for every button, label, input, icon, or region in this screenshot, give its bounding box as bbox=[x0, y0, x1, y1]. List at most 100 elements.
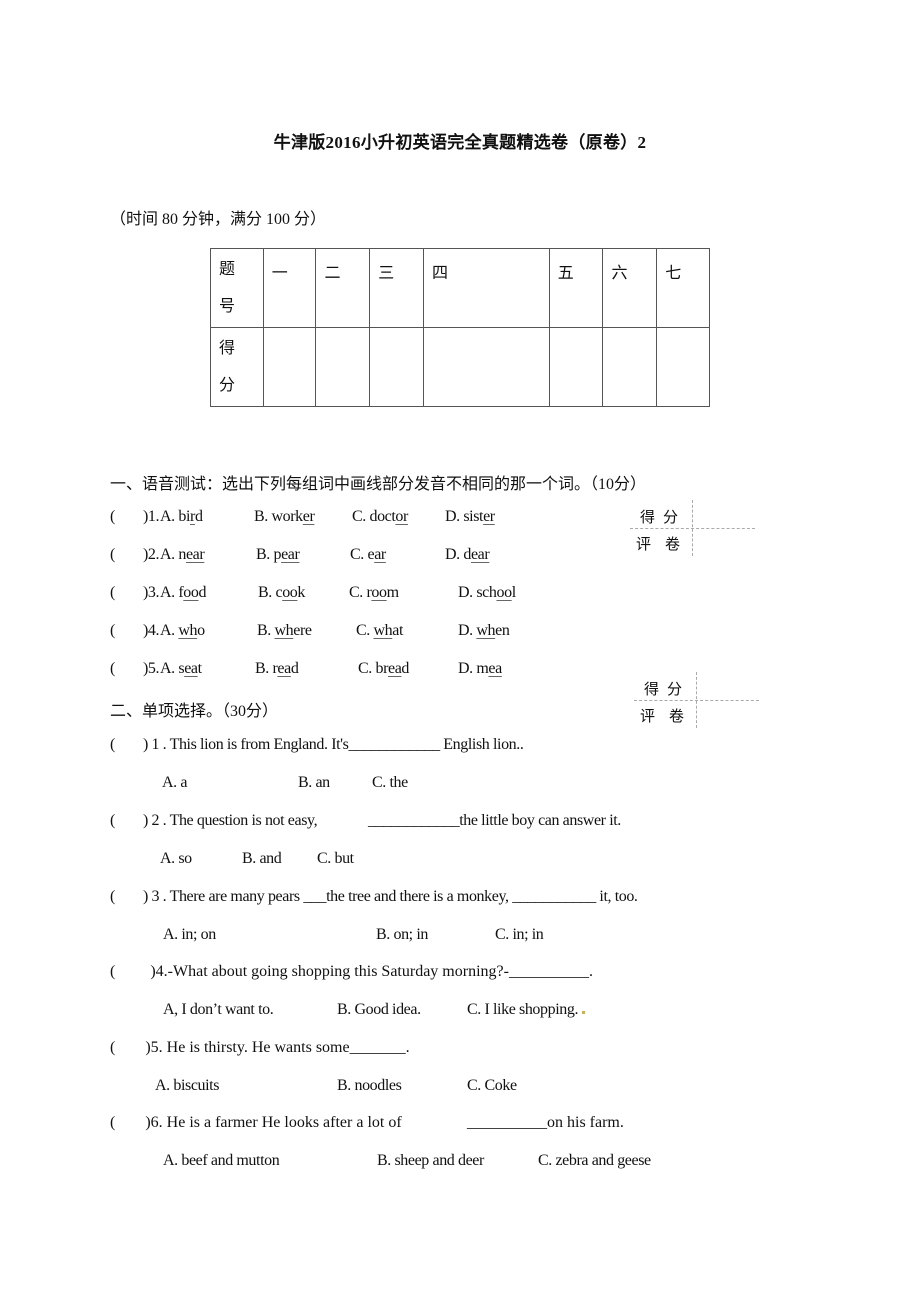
mc-option[interactable]: A. beef and mutton bbox=[163, 1152, 280, 1170]
phonics-option[interactable]: D. dear bbox=[445, 546, 490, 564]
mc-option[interactable]: A. in; on bbox=[163, 926, 216, 944]
divider bbox=[634, 700, 759, 701]
mc-option[interactable]: A. biscuits bbox=[155, 1077, 219, 1095]
score-table-score-row: 得 分 bbox=[210, 327, 710, 407]
question-stem: )5. He is thirsty. He wants some_______. bbox=[145, 1039, 410, 1056]
mc-option[interactable]: B. Good idea. bbox=[337, 1001, 421, 1019]
option-text: B. r bbox=[255, 660, 278, 677]
annotation-mark bbox=[581, 1011, 585, 1014]
answer-blank[interactable]: ( bbox=[110, 1114, 115, 1131]
label-char: 得 bbox=[219, 340, 236, 357]
answer-blank[interactable]: ( bbox=[110, 736, 115, 753]
answer-blank[interactable]: ( bbox=[110, 546, 115, 563]
question-stem-continued: __________on his farm. bbox=[467, 1114, 624, 1131]
mc-option[interactable]: A. so bbox=[160, 850, 192, 868]
phonics-option[interactable]: A. who bbox=[160, 622, 205, 640]
mc-option[interactable]: B. on; in bbox=[376, 926, 428, 944]
option-text: B. work bbox=[254, 508, 303, 525]
mc-option[interactable]: C. in; in bbox=[495, 926, 544, 944]
answer-blank[interactable]: ( bbox=[110, 1039, 115, 1056]
answer-blank[interactable]: ( bbox=[110, 812, 115, 829]
phonics-option[interactable]: A. near bbox=[160, 546, 205, 564]
score-cell[interactable] bbox=[602, 327, 658, 407]
option-text: B. bbox=[257, 622, 275, 639]
question-stem: )6. He is a farmer He looks after a lot … bbox=[145, 1114, 402, 1131]
phonics-option[interactable]: C. what bbox=[356, 622, 403, 640]
grader-box-section2: 得分 评卷 bbox=[634, 672, 759, 728]
phonics-option[interactable]: B. read bbox=[255, 660, 299, 678]
mc-option[interactable]: C. I like shopping. bbox=[467, 1001, 585, 1019]
question-stem: )4.-What about going shopping this Satur… bbox=[150, 963, 593, 980]
answer-blank[interactable]: ( bbox=[110, 888, 115, 905]
column-header: 七 bbox=[656, 248, 710, 328]
mc-option[interactable]: C. the bbox=[372, 774, 408, 792]
phonics-option[interactable]: D. school bbox=[458, 584, 516, 602]
option-text: B. c bbox=[258, 584, 283, 601]
phonics-option[interactable]: C. ear bbox=[350, 546, 386, 564]
underlined-letters: wh bbox=[476, 622, 496, 639]
option-text: C. br bbox=[358, 660, 389, 677]
option-text: D. bbox=[458, 622, 477, 639]
answer-blank[interactable]: ( bbox=[110, 660, 115, 677]
option-text: d bbox=[198, 584, 207, 601]
score-table-header-row: 题 号 一 二 三 四 五 六 七 bbox=[210, 248, 710, 328]
mc-option[interactable]: A, I don’t want to. bbox=[163, 1001, 274, 1019]
phonics-option[interactable]: A. bird bbox=[160, 508, 203, 526]
phonics-option[interactable]: C. room bbox=[349, 584, 399, 602]
underlined-letters: ea bbox=[388, 660, 402, 677]
score-cell[interactable] bbox=[262, 327, 317, 407]
answer-blank[interactable]: ( bbox=[110, 508, 115, 525]
score-cell[interactable] bbox=[369, 327, 424, 407]
column-header: 三 bbox=[369, 248, 424, 328]
phonics-option[interactable]: D. when bbox=[458, 622, 510, 640]
column-header: 六 bbox=[602, 248, 658, 328]
score-cell[interactable] bbox=[315, 327, 371, 407]
score-cell[interactable] bbox=[548, 327, 604, 407]
score-cell[interactable] bbox=[422, 327, 550, 407]
option-text: A. n bbox=[160, 546, 186, 563]
phonics-option[interactable]: B. cook bbox=[258, 584, 305, 602]
underlined-letters: ea bbox=[277, 660, 291, 677]
phonics-option[interactable]: A. food bbox=[160, 584, 206, 602]
divider bbox=[630, 528, 755, 529]
section2-heading: 二、单项选择。（30分） bbox=[110, 703, 279, 720]
mc-question-4: ( )4.-What about going shopping this Satu… bbox=[110, 963, 593, 981]
label-char: 题 bbox=[219, 261, 236, 278]
phonics-option[interactable]: A. seat bbox=[160, 660, 202, 678]
mc-option[interactable]: B. noodles bbox=[337, 1077, 402, 1095]
question-number: )3. bbox=[142, 584, 160, 601]
answer-blank[interactable]: ( bbox=[110, 584, 115, 601]
option-text: A. f bbox=[160, 584, 184, 601]
phonics-option[interactable]: C. doctor bbox=[352, 508, 408, 526]
option-text: C. r bbox=[349, 584, 372, 601]
mc-option[interactable]: C. Coke bbox=[467, 1077, 517, 1095]
phonics-option[interactable]: D. sister bbox=[445, 508, 495, 526]
grader-score-label: 得分 bbox=[644, 682, 691, 698]
question-number: )4. bbox=[142, 622, 160, 639]
question-stem: ) 2 . The question is not easy, bbox=[142, 812, 318, 829]
underlined-letters: ear bbox=[470, 546, 490, 563]
mc-question-5: ( )5. He is thirsty. He wants some_______… bbox=[110, 1039, 410, 1057]
score-cell[interactable] bbox=[656, 327, 710, 407]
phonics-option[interactable]: B. pear bbox=[256, 546, 300, 564]
option-text: m bbox=[386, 584, 399, 601]
mc-option[interactable]: B. an bbox=[298, 774, 330, 792]
mc-option[interactable]: C. but bbox=[317, 850, 354, 868]
mc-option[interactable]: B. and bbox=[242, 850, 282, 868]
phonics-option[interactable]: D. mea bbox=[458, 660, 502, 678]
option-text: A. s bbox=[160, 660, 185, 677]
score-table: 题 号 一 二 三 四 五 六 七 得 分 bbox=[210, 248, 710, 407]
phonics-option[interactable]: B. worker bbox=[254, 508, 315, 526]
document-title: 牛津版2016小升初英语完全真题精选卷（原卷）2 bbox=[273, 133, 647, 152]
phonics-option[interactable]: B. where bbox=[257, 622, 312, 640]
answer-blank[interactable]: ( bbox=[110, 963, 115, 980]
mc-option[interactable]: A. a bbox=[162, 774, 187, 792]
underlined-letters: er bbox=[302, 508, 315, 525]
option-text: C. e bbox=[350, 546, 375, 563]
mc-option[interactable]: B. sheep and deer bbox=[377, 1152, 484, 1170]
phonics-option[interactable]: C. bread bbox=[358, 660, 409, 678]
answer-blank[interactable]: ( bbox=[110, 622, 115, 639]
option-text: D. m bbox=[458, 660, 489, 677]
mc-option[interactable]: C. zebra and geese bbox=[538, 1152, 651, 1170]
phonics-question-1: ()1. bbox=[110, 508, 159, 526]
